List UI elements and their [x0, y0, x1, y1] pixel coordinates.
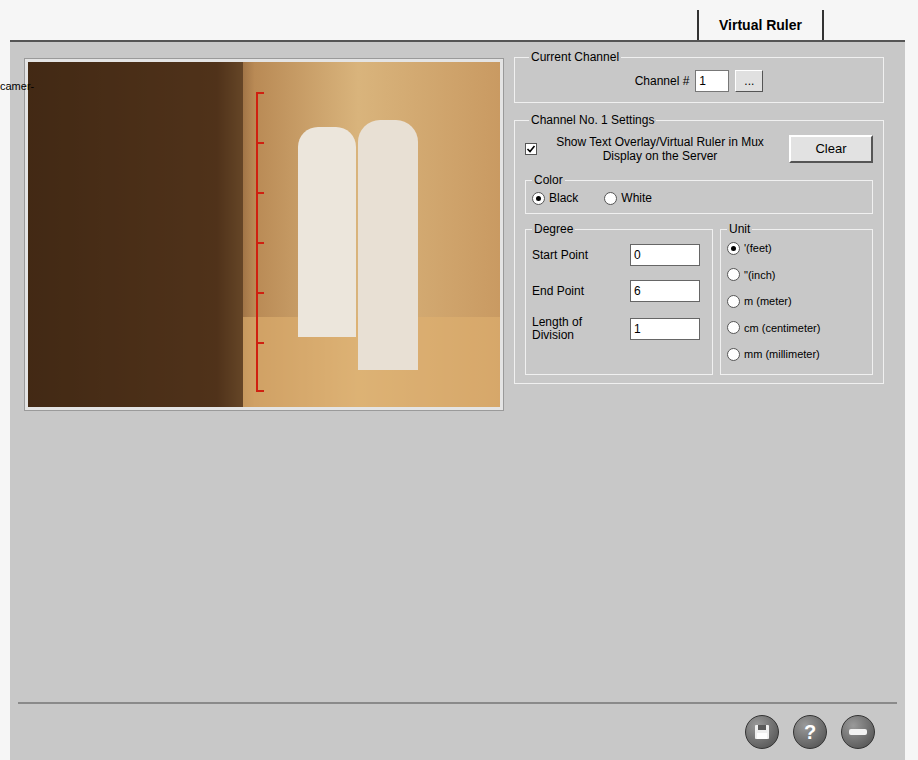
unit-group: Unit '(feet) "(inch) m (meter) cm (centimet…	[720, 220, 873, 375]
floppy-icon	[754, 724, 770, 740]
option-label: '(feet)	[744, 240, 772, 257]
option-label: Black	[549, 189, 578, 207]
degree-row: Start Point	[532, 244, 706, 266]
group-title: Channel No. 1 Settings	[529, 111, 656, 129]
help-button[interactable]: ?	[793, 715, 827, 749]
stray-label: camer-	[0, 78, 34, 95]
bottom-toolbar: ?	[18, 702, 897, 760]
color-option[interactable]: White	[604, 189, 652, 207]
color-option[interactable]: Black	[532, 189, 578, 207]
current-channel-group: Current Channel Channel # ...	[514, 48, 884, 103]
group-title: Current Channel	[529, 48, 621, 66]
camera-image	[28, 62, 500, 407]
check-icon	[526, 144, 536, 154]
degree-row: End Point	[532, 280, 706, 302]
option-label: "(inch)	[744, 267, 775, 284]
field-label: Start Point	[532, 249, 618, 262]
unit-option[interactable]: m (meter)	[727, 293, 866, 310]
channel-label: Channel #	[635, 72, 690, 90]
channel-input[interactable]	[695, 70, 729, 92]
unit-option[interactable]: "(inch)	[727, 267, 866, 284]
radio-button[interactable]	[604, 192, 617, 205]
radio-button[interactable]	[727, 295, 740, 308]
field-label: End Point	[532, 285, 618, 298]
overlay-label: Show Text Overlay/Virtual Ruler in Mux D…	[545, 135, 775, 163]
color-group: Color Black White	[525, 171, 873, 214]
radio-button[interactable]	[727, 348, 740, 361]
unit-option[interactable]: cm (centimeter)	[727, 320, 866, 337]
degree-input[interactable]	[630, 280, 700, 302]
main-panel: Current Channel Channel # ... Channel No…	[10, 40, 905, 760]
group-title: Color	[532, 171, 565, 189]
close-button[interactable]	[841, 715, 875, 749]
option-label: White	[621, 189, 652, 207]
radio-button[interactable]	[727, 268, 740, 281]
browse-button[interactable]: ...	[735, 70, 763, 92]
option-label: mm (millimeter)	[744, 346, 820, 363]
degree-row: Length of Division	[532, 316, 706, 342]
channel-settings-group: Channel No. 1 Settings Show Text Overlay…	[514, 111, 884, 384]
save-button[interactable]	[745, 715, 779, 749]
radio-button[interactable]	[532, 192, 545, 205]
field-label: Length of Division	[532, 316, 618, 342]
tab-bar: Virtual Ruler	[0, 0, 918, 40]
option-label: m (meter)	[744, 293, 792, 310]
degree-input[interactable]	[630, 244, 700, 266]
radio-button[interactable]	[727, 321, 740, 334]
group-title: Degree	[532, 220, 575, 238]
unit-option[interactable]: mm (millimeter)	[727, 346, 866, 363]
degree-group: Degree Start Point End Point Length of Div…	[525, 220, 713, 375]
option-label: cm (centimeter)	[744, 320, 820, 337]
help-icon: ?	[804, 722, 816, 742]
group-title: Unit	[727, 220, 752, 238]
degree-input[interactable]	[630, 318, 700, 340]
tab[interactable]: Virtual Ruler	[697, 10, 824, 40]
video-frame	[24, 58, 504, 411]
radio-button[interactable]	[727, 242, 740, 255]
unit-option[interactable]: '(feet)	[727, 240, 866, 257]
minus-icon	[849, 729, 867, 735]
overlay-checkbox[interactable]	[525, 143, 537, 155]
clear-button[interactable]: Clear	[789, 135, 873, 163]
